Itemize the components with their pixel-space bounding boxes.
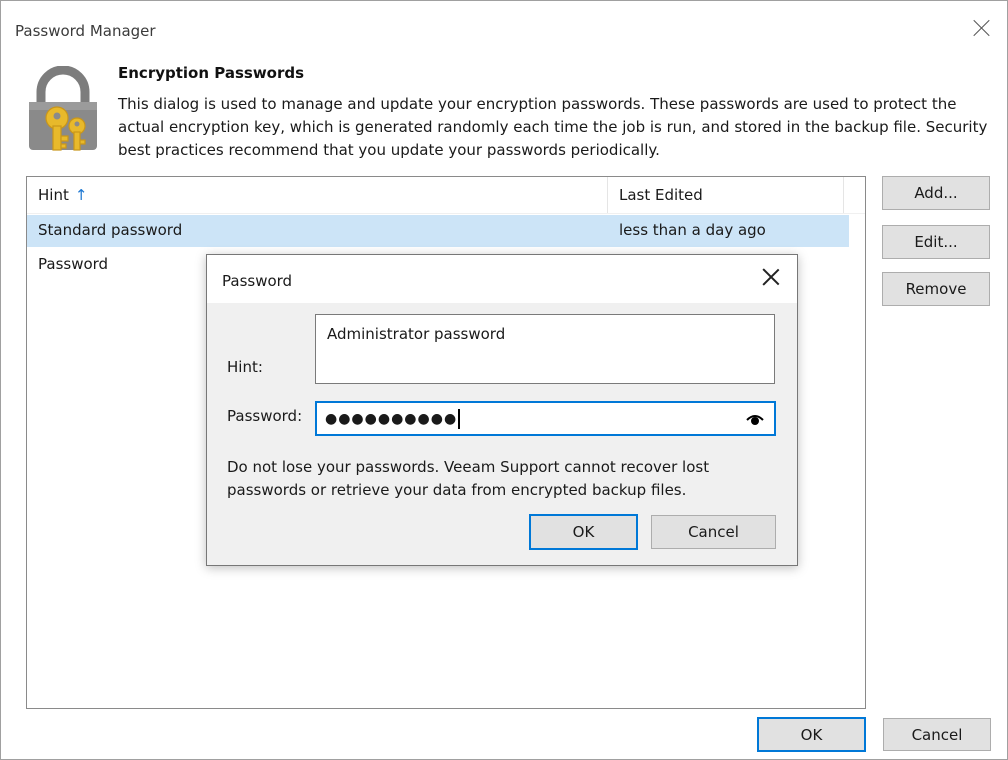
column-divider[interactable] bbox=[843, 177, 844, 213]
password-input[interactable]: ●●●●●●●●●● bbox=[315, 401, 776, 436]
close-icon[interactable] bbox=[759, 265, 783, 289]
window-title: Password Manager bbox=[15, 22, 156, 40]
sort-ascending-icon: ↑ bbox=[74, 186, 88, 204]
list-header: Hint ↑ Last Edited bbox=[27, 177, 865, 214]
password-value: ●●●●●●●●●● bbox=[325, 410, 458, 427]
password-manager-window: Password Manager Encryption Passwords Th… bbox=[0, 0, 1008, 760]
cancel-button[interactable]: Cancel bbox=[883, 718, 991, 751]
header-title: Encryption Passwords bbox=[118, 64, 305, 82]
dialog-cancel-button[interactable]: Cancel bbox=[651, 515, 776, 549]
column-header-last-edited[interactable]: Last Edited bbox=[619, 186, 703, 204]
dialog-title: Password bbox=[222, 272, 293, 290]
list-row[interactable]: Standard password less than a day ago bbox=[27, 215, 849, 247]
row-hint: Password bbox=[38, 255, 109, 273]
close-icon[interactable] bbox=[969, 15, 995, 41]
edit-button[interactable]: Edit... bbox=[882, 225, 990, 259]
add-button[interactable]: Add... bbox=[882, 176, 990, 210]
header-description: This dialog is used to manage and update… bbox=[118, 95, 988, 159]
row-last-edited: less than a day ago bbox=[619, 221, 766, 239]
remove-button[interactable]: Remove bbox=[882, 272, 990, 306]
lock-keys-icon bbox=[29, 66, 97, 151]
eye-icon[interactable] bbox=[746, 411, 764, 427]
password-label: Password: bbox=[227, 407, 303, 425]
dialog-body: Hint: Administrator password Password: ●… bbox=[207, 303, 797, 565]
hint-label: Hint: bbox=[227, 358, 263, 376]
ok-button[interactable]: OK bbox=[757, 717, 866, 752]
row-hint: Standard password bbox=[38, 221, 183, 239]
warning-text: Do not lose your passwords. Veeam Suppor… bbox=[227, 458, 710, 499]
text-caret bbox=[458, 408, 461, 429]
password-dialog: Password Hint: Administrator password Pa… bbox=[206, 254, 798, 566]
column-divider[interactable] bbox=[607, 177, 608, 213]
column-header-hint[interactable]: Hint ↑ bbox=[38, 186, 87, 204]
dialog-ok-button[interactable]: OK bbox=[529, 514, 638, 550]
hint-input[interactable]: Administrator password bbox=[315, 314, 775, 384]
